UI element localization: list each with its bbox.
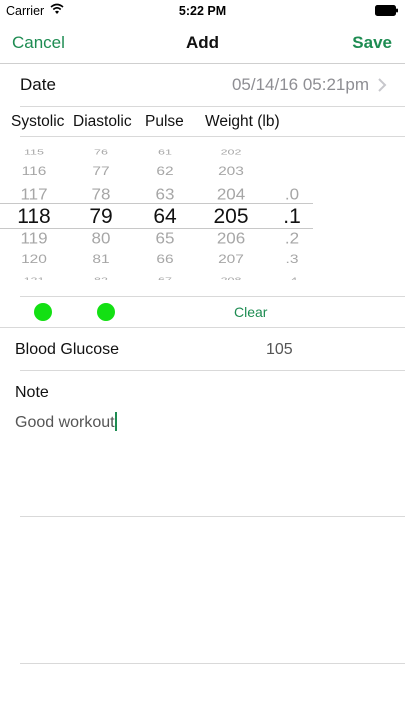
picker-option[interactable]: 116	[4, 166, 64, 178]
picker-column-headers: Systolic Diastolic Pulse Weight (lb)	[0, 106, 405, 136]
glucose-divider	[20, 370, 405, 371]
picker-option[interactable]: .4	[268, 277, 316, 280]
status-time: 5:22 PM	[178, 4, 227, 18]
text-cursor	[114, 412, 117, 431]
battery-icon	[375, 5, 398, 16]
picker-option[interactable]: 206	[201, 230, 261, 245]
save-button[interactable]: Save	[352, 33, 392, 53]
picker-option[interactable]: 119	[4, 230, 64, 245]
systolic-status-dot	[34, 303, 52, 321]
date-row[interactable]: Date 05/14/16 05:21pm	[0, 64, 405, 106]
picker-option[interactable]: 207	[201, 254, 261, 266]
footer-divider	[20, 663, 405, 664]
headers-divider	[20, 136, 405, 137]
note-textarea[interactable]: Good workout	[15, 412, 117, 432]
note-label: Note	[15, 384, 49, 401]
status-bar: Carrier 5:22 PM	[0, 0, 405, 22]
picker-option[interactable]: .1	[268, 206, 316, 227]
picker-option[interactable]: 81	[71, 254, 131, 266]
picker-option[interactable]: 77	[71, 166, 131, 178]
weight-header: Weight (lb)	[205, 113, 280, 130]
weight-wheel[interactable]: 202 203 204 205 206 207 208	[201, 146, 261, 280]
vitals-picker[interactable]: 115 116 117 118 119 120 121 76 77 78 79 80 81 82 61 6…	[0, 146, 405, 280]
picker-option[interactable]: 120	[4, 254, 64, 266]
note-text: Good workout	[15, 414, 115, 431]
picker-option[interactable]: 61	[135, 149, 195, 156]
picker-option[interactable]: 80	[71, 230, 131, 245]
diastolic-header: Diastolic	[73, 113, 132, 130]
picker-option[interactable]: 115	[4, 149, 64, 156]
date-label: Date	[20, 75, 56, 94]
picker-option[interactable]: 65	[135, 230, 195, 245]
blood-glucose-input[interactable]: 105	[266, 341, 293, 359]
systolic-wheel[interactable]: 115 116 117 118 119 120 121	[4, 146, 64, 280]
page-title: Add	[185, 33, 220, 52]
systolic-header: Systolic	[11, 113, 65, 130]
picker-option[interactable]: 78	[71, 186, 131, 201]
picker-option[interactable]: 79	[71, 206, 131, 227]
picker-option[interactable]: 118	[4, 206, 64, 227]
diastolic-wheel[interactable]: 76 77 78 79 80 81 82	[71, 146, 131, 280]
note-divider	[20, 516, 405, 517]
weight-decimal-wheel[interactable]: .0 .1 .2 .3 .4	[268, 146, 316, 280]
date-value: 05/14/16 05:21pm	[231, 75, 369, 94]
picker-option[interactable]: 203	[201, 166, 261, 178]
blood-glucose-label: Blood Glucose	[15, 341, 120, 358]
picker-option[interactable]: 76	[71, 149, 131, 156]
picker-option[interactable]: 64	[135, 206, 195, 227]
picker-option[interactable]: 82	[71, 277, 131, 280]
picker-option[interactable]: 202	[201, 149, 261, 156]
navigation-bar: Cancel Add Save	[0, 22, 405, 64]
picker-option[interactable]: 205	[201, 206, 261, 227]
picker-option[interactable]: 117	[4, 186, 64, 201]
picker-option[interactable]: .2	[268, 230, 316, 245]
picker-option[interactable]: 62	[135, 166, 195, 178]
picker-option[interactable]: .0	[268, 186, 316, 201]
diastolic-status-dot	[97, 303, 115, 321]
picker-option[interactable]: .3	[268, 254, 316, 266]
picker-selection-bottom	[0, 228, 313, 229]
pulse-header: Pulse	[145, 113, 184, 130]
picker-divider	[20, 296, 405, 297]
clear-button[interactable]: Clear	[234, 304, 267, 320]
indicators-divider	[0, 327, 405, 328]
picker-option[interactable]: 208	[201, 277, 261, 280]
picker-option[interactable]: 63	[135, 186, 195, 201]
picker-option[interactable]: 66	[135, 254, 195, 266]
chevron-right-icon	[378, 78, 387, 92]
picker-option[interactable]: 67	[135, 277, 195, 280]
picker-option[interactable]: 121	[4, 277, 64, 280]
picker-option[interactable]: 204	[201, 186, 261, 201]
picker-selection-top	[0, 203, 313, 204]
pulse-wheel[interactable]: 61 62 63 64 65 66 67	[135, 146, 195, 280]
